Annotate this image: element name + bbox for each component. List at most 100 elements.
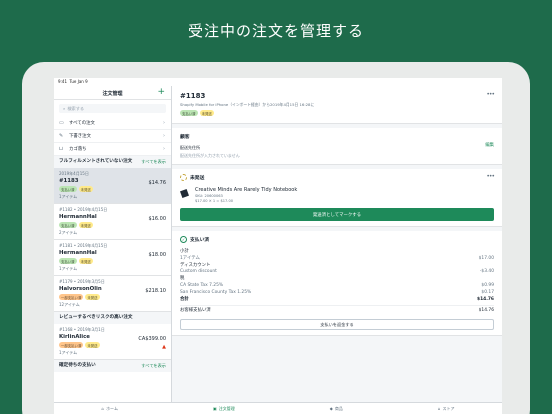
status-badge: 未発送 [85, 342, 100, 348]
order-price: $14.76 [148, 180, 167, 186]
order-list-item[interactable]: #1168 • 2019年3月1日 KirlinAlice CA$399.00 一部支… [54, 324, 171, 360]
unfulfilled-section-title: フルフィルメントされていない注文 [59, 159, 133, 164]
order-price: CA$399.00 [138, 336, 166, 342]
tab-1[interactable]: ▣ 注文管理 [213, 406, 235, 412]
product-thumbnail [180, 189, 190, 198]
tab-bar: ⌂ ホーム ▣ 注文管理 ◆ 商品 ⌂ ストア [54, 402, 502, 414]
cart-icon: ⊔ [59, 146, 63, 152]
add-order-icon[interactable]: + [157, 87, 165, 97]
customer-title: 顧客 [180, 135, 190, 140]
line-item[interactable]: Creative Minds Are Rarely Tidy Notebook … [180, 187, 494, 203]
status-badge: 未発送 [85, 294, 100, 300]
view-all-pending-link[interactable]: すべてを表示 [141, 363, 166, 369]
sidebar-title: 注文管理 [102, 91, 123, 97]
order-list-item[interactable]: #1181 • 2019年4月15日 HermannHal $18.00 支払い済 未発… [54, 240, 171, 276]
customer-card: 顧客 配送先住所 配送先住所が入力されていません 編集 [172, 128, 502, 165]
order-item-count: 2アイテム [59, 230, 78, 235]
status-bar: 9:41 Tue Jan 9 ◠ [54, 78, 502, 247]
tab-label: ホーム [106, 405, 118, 411]
view-all-unfulfilled-link[interactable]: すべてを表示 [141, 159, 166, 165]
search-icon: ⌕ [63, 106, 66, 111]
order-date: #1182 • 2019年4月15日 [59, 207, 108, 212]
order-badges: 一部支払い済 未発送 [59, 294, 166, 300]
status-badge: 支払い済 [59, 186, 77, 192]
inbox-icon: ▭ [59, 120, 64, 126]
shipping-address-label: 配送先住所 [180, 145, 200, 150]
customer-paid-value: $14.76 [478, 308, 494, 314]
sidebar-item-label: すべての注文 [69, 121, 95, 126]
order-item-count: 1アイテム [59, 350, 78, 355]
payment-title: 支払い済 [190, 238, 210, 243]
payment-line: 小計 [180, 249, 494, 256]
order-title: #1183 [180, 92, 206, 100]
search-placeholder: 検索する [67, 105, 85, 111]
order-list-item[interactable]: #1179 • 2019年3月5日 HalvorsonOlin $218.10 一部支… [54, 276, 171, 312]
status-badge: 一部支払い済 [59, 294, 84, 300]
chevron-right-icon: › [163, 133, 165, 139]
status-badge: 未発送 [199, 110, 214, 116]
tab-2[interactable]: ◆ 商品 [330, 406, 343, 412]
draft-icon: ✎ [59, 133, 64, 139]
more-options-icon[interactable]: ••• [486, 91, 495, 98]
order-list-item[interactable]: 2019年4月15日 #1183 $14.76 支払い済 未発送 1アイテム [54, 168, 171, 204]
chevron-right-icon: › [163, 120, 165, 126]
status-date: Tue Jan 9 [69, 79, 88, 84]
refund-button[interactable]: 支払いを返金する [180, 319, 494, 331]
sidebar-item-0[interactable]: ▭ すべての注文 › [54, 117, 171, 130]
customer-paid-label: お客様支払い済 [180, 308, 211, 314]
product-sku: SKU: 20600063 [195, 194, 223, 198]
payment-line: 合計 $14.76 [180, 297, 494, 304]
unfulfilled-status-icon [180, 174, 187, 181]
order-source: Shopify Mobile for iPhone（インポート経由）から2019… [180, 102, 315, 107]
status-badge: 支払い済 [59, 258, 77, 264]
promo-headline: 受注中の注文を管理する [187, 22, 364, 40]
status-badge: 支払い済 [180, 110, 198, 116]
pending-section-title: 確定待ちの支払い [59, 363, 96, 368]
payment-line: San Francisco County Tax 1.25% $0.17 [180, 290, 494, 297]
pending-section-header: 確定待ちの支払い すべてを表示 [54, 360, 171, 372]
chevron-right-icon: › [163, 146, 165, 152]
status-badge: 一部支払い済 [59, 342, 84, 348]
order-badges: 一部支払い済 未発送 [59, 342, 166, 348]
order-price: $18.00 [148, 252, 167, 258]
payment-line-label: 小計 [180, 249, 189, 254]
payment-line-label: 合計 [180, 296, 189, 302]
sidebar-header: 注文管理 + [54, 86, 171, 100]
sidebar-item-label: 下書き注文 [69, 134, 91, 139]
risk-warning-icon: ▲ [162, 344, 166, 350]
payment-line-value: $0.17 [481, 289, 494, 295]
tab-3[interactable]: ⌂ ストア [438, 406, 455, 412]
tab-0[interactable]: ⌂ ホーム [102, 406, 118, 412]
order-item-count: 12アイテム [59, 302, 80, 307]
unfulfilled-title: 未発送 [190, 176, 205, 181]
order-price: $16.00 [148, 216, 167, 222]
shipping-address-value: 配送先住所が入力されていません [180, 153, 240, 158]
payment-line-value: $17.00 [478, 255, 494, 261]
sidebar-item-2[interactable]: ⊔ カゴ落ち › [54, 143, 171, 156]
order-badges: 支払い済 未発送 [59, 258, 166, 264]
payment-line-label: 税 [180, 276, 185, 282]
sidebar-item-label: カゴ落ち [69, 147, 87, 152]
payment-line-label: CA State Tax 7.25% [180, 282, 224, 288]
payment-line-value: $0.99 [481, 282, 494, 288]
order-status-badges: 支払い済 未発送 [180, 110, 494, 116]
mark-as-fulfilled-button[interactable]: 発送済としてマークする [180, 208, 494, 221]
status-badge: 支払い済 [59, 222, 77, 228]
order-badges: 支払い済 未発送 [59, 186, 166, 192]
order-list-item[interactable]: #1182 • 2019年4月15日 HermannHal $16.00 支払い済 未発… [54, 204, 171, 240]
unfulfilled-card: 未発送 ••• Creative Minds Are Rarely Tidy N… [172, 169, 502, 227]
order-date: #1168 • 2019年3月1日 [59, 327, 105, 332]
tab-label: ストア [442, 405, 455, 411]
home-icon: ⌂ [101, 406, 105, 411]
paid-check-icon: ✓ [180, 236, 187, 243]
order-item-count: 1アイテム [59, 266, 78, 271]
order-item-count: 1アイテム [59, 194, 78, 199]
search-input[interactable]: ⌕ 検索する [59, 104, 166, 113]
tab-label: 商品 [334, 405, 343, 411]
edit-customer-link[interactable]: 編集 [485, 142, 494, 148]
unfulfilled-more-icon[interactable]: ••• [486, 173, 495, 180]
sidebar-item-1[interactable]: ✎ 下書き注文 › [54, 130, 171, 143]
order-detail-header: #1183 Shopify Mobile for iPhone（インポート経由）… [172, 86, 502, 124]
payment-line-value: -$3.40 [479, 269, 494, 275]
order-badges: 支払い済 未発送 [59, 222, 166, 228]
